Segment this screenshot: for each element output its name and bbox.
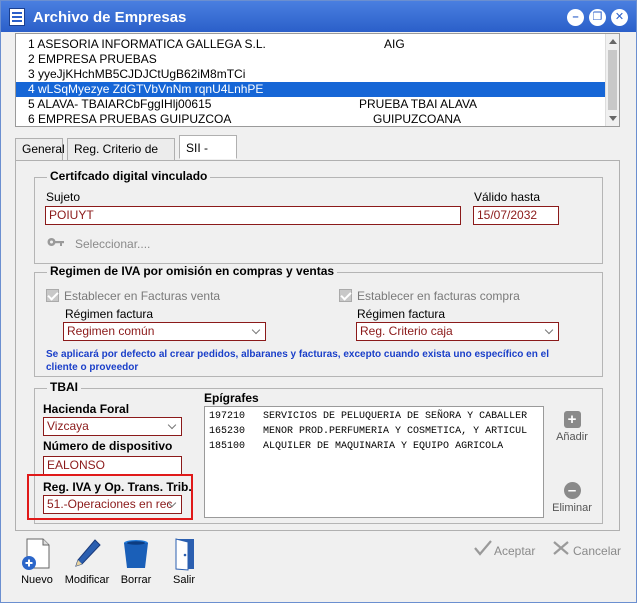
remove-epigrafe-button[interactable]: – Eliminar xyxy=(549,482,595,514)
cert-group: Certifcado digital vinculado Sujeto POIU… xyxy=(34,169,603,264)
trash-icon xyxy=(120,537,152,571)
tab-general[interactable]: General xyxy=(15,138,65,160)
list-item[interactable]: 185100 ALQUILER DE MAQUINARIA Y EQUIPO A… xyxy=(209,439,503,454)
company-list[interactable]: 1 ASESORIA INFORMATICA GALLEGA S.L. AIG 2… xyxy=(15,33,620,127)
purchase-checkbox[interactable] xyxy=(339,289,352,302)
delete-button[interactable]: Borrar xyxy=(117,537,155,586)
pen-icon xyxy=(71,537,103,571)
new-button[interactable]: Nuevo xyxy=(18,537,56,586)
epigrafes-list[interactable]: 197210 SERVICIOS DE PELUQUERIA DE SEÑORA… xyxy=(204,406,544,518)
purchase-regime-select[interactable]: Reg. Criterio caja xyxy=(356,322,559,341)
subject-field[interactable]: POIUYT xyxy=(45,206,461,225)
scroll-down-icon[interactable] xyxy=(609,116,617,121)
company-file-window: Archivo de Empresas – ❐ ✕ 1 ASESORIA INF… xyxy=(0,0,637,603)
highlight-box xyxy=(27,474,193,520)
iva-note: Se aplicará por defecto al crear pedidos… xyxy=(46,349,549,373)
device-label: Número de dispositivo xyxy=(43,439,173,453)
sales-checkbox[interactable] xyxy=(46,289,59,302)
cert-legend: Certifcado digital vinculado xyxy=(47,169,211,183)
iva-group: Regimen de IVA por omisión en compras y … xyxy=(34,264,603,377)
purchase-regime-label: Régimen factura xyxy=(357,307,446,321)
exit-button[interactable]: Salir xyxy=(165,537,203,586)
valid-until-label: Válido hasta xyxy=(474,190,541,204)
document-icon xyxy=(9,8,25,26)
sales-regime-select[interactable]: Regimen común xyxy=(63,322,266,341)
hacienda-label: Hacienda Foral xyxy=(43,402,130,416)
title-bar: Archivo de Empresas – ❐ ✕ xyxy=(1,1,636,32)
plus-icon: + xyxy=(563,411,581,428)
scroll-thumb[interactable] xyxy=(608,50,617,110)
iva-legend: Regimen de IVA por omisión en compras y … xyxy=(47,264,338,278)
cross-icon xyxy=(551,539,571,560)
door-icon xyxy=(168,537,200,571)
purchase-check-label: Establecer en facturas compra xyxy=(357,289,520,303)
sales-regime-label: Régimen factura xyxy=(65,307,154,321)
device-field[interactable]: EALONSO xyxy=(43,456,182,475)
key-icon xyxy=(47,236,65,246)
epigrafes-label: Epígrafes xyxy=(204,391,259,405)
list-item[interactable]: 3 yyeJjKHchMB5CJDJCtUgB62iM8mTCi xyxy=(16,67,606,82)
list-scrollbar[interactable] xyxy=(605,34,619,126)
minus-icon: – xyxy=(563,482,581,499)
close-icon[interactable]: ✕ xyxy=(611,9,628,26)
list-item-selected[interactable]: 4 wLSqMyezye ZdGTVbVnNm rqnU4LnhPE xyxy=(16,82,606,97)
tab-sii-tbai[interactable]: SII - TBAI xyxy=(179,135,237,179)
new-document-icon xyxy=(21,537,53,571)
list-item[interactable]: 6 EMPRESA PRUEBAS GUIPUZCOA GUIPUZCOANA xyxy=(16,112,606,126)
list-item[interactable]: 2 EMPRESA PRUEBAS xyxy=(16,52,606,67)
tab-reg-criterio-caja[interactable]: Reg. Criterio de caja xyxy=(67,138,175,176)
window-title: Archivo de Empresas xyxy=(33,9,187,26)
list-item[interactable]: 1 ASESORIA INFORMATICA GALLEGA S.L. AIG xyxy=(16,37,606,52)
valid-until-field[interactable]: 15/07/2032 xyxy=(473,206,559,225)
list-item[interactable]: 197210 SERVICIOS DE PELUQUERIA DE SEÑORA… xyxy=(209,409,527,424)
minimize-icon[interactable]: – xyxy=(567,9,584,26)
checkmark-icon xyxy=(473,539,493,560)
sales-check-label: Establecer en Facturas venta xyxy=(64,289,221,303)
tbai-legend: TBAI xyxy=(47,380,81,394)
scroll-up-icon[interactable] xyxy=(609,39,617,44)
edit-button[interactable]: Modificar xyxy=(63,537,111,586)
select-cert-button[interactable]: Seleccionar.... xyxy=(75,237,150,251)
add-epigrafe-button[interactable]: + Añadir xyxy=(549,411,595,443)
list-item[interactable]: 165230 MENOR PROD.PERFUMERIA Y COSMETICA… xyxy=(209,424,527,439)
restore-icon[interactable]: ❐ xyxy=(589,9,606,26)
subject-label: Sujeto xyxy=(46,190,81,204)
hacienda-select[interactable]: Vizcaya xyxy=(43,417,182,436)
list-item[interactable]: 5 ALAVA- TBAIARCbFggIHlj00615 PRUEBA TBAI… xyxy=(16,97,606,112)
